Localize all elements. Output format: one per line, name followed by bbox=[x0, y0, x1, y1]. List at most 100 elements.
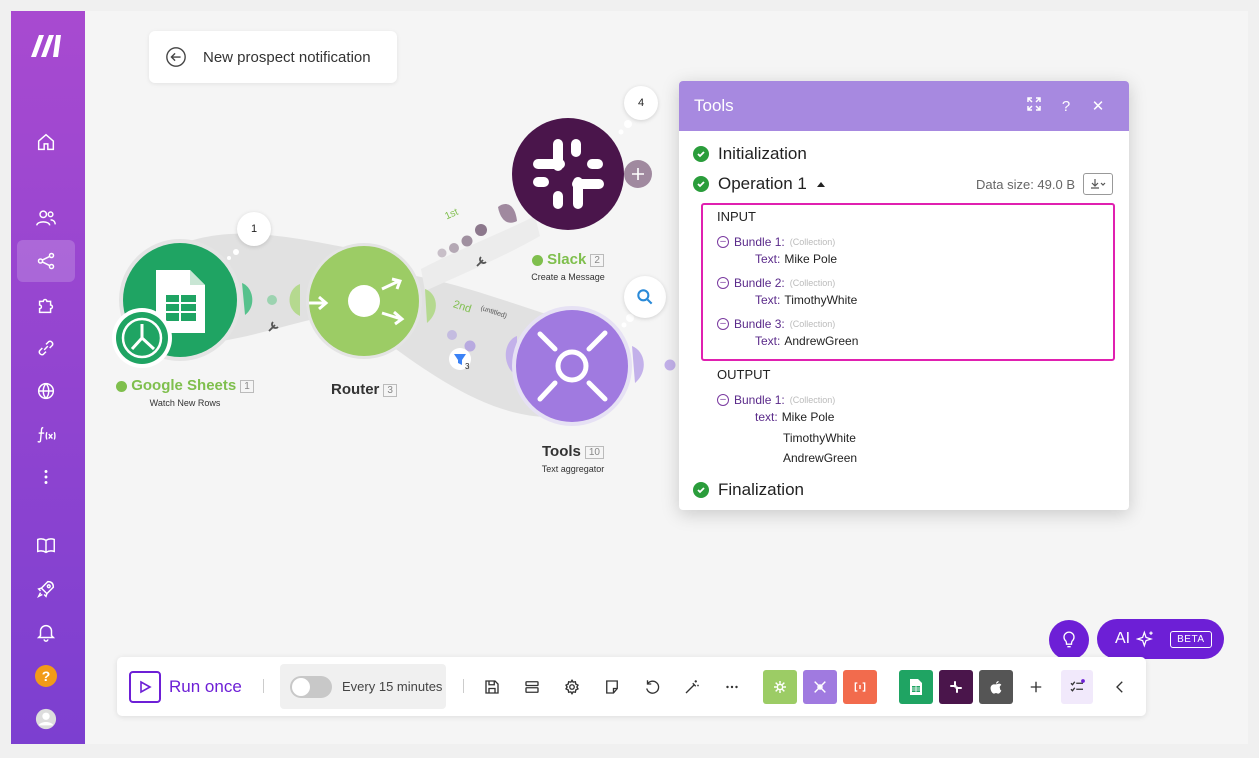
app-slack-button[interactable] bbox=[939, 670, 973, 704]
tips-button[interactable] bbox=[1049, 620, 1089, 660]
check-icon bbox=[532, 254, 544, 266]
play-icon bbox=[129, 671, 161, 703]
tool-text-parser-button[interactable] bbox=[843, 670, 877, 704]
collapse-toolbar-button[interactable] bbox=[1105, 670, 1135, 704]
bundle-type: (Collection) bbox=[789, 395, 836, 405]
schedule-switch[interactable] bbox=[290, 675, 332, 698]
search-icon bbox=[637, 289, 653, 305]
caret-up-icon bbox=[816, 182, 825, 187]
plus-icon bbox=[1030, 681, 1042, 693]
tools-module bbox=[516, 310, 628, 422]
tool-tools-button[interactable] bbox=[803, 670, 837, 704]
undo-button[interactable] bbox=[637, 670, 667, 704]
sheets-label: Google Sheets 1 Watch New Rows bbox=[105, 377, 265, 408]
collapse-icon[interactable]: – bbox=[717, 318, 729, 330]
sidebar-item-functions[interactable] bbox=[17, 413, 75, 455]
input-box: INPUT – Bundle 1: (Collection) Text: Mik… bbox=[701, 203, 1115, 361]
expand-icon[interactable] bbox=[1018, 97, 1050, 115]
route-dot bbox=[447, 330, 457, 340]
sidebar-item-more[interactable] bbox=[17, 456, 75, 498]
share-icon bbox=[37, 252, 55, 270]
check-icon bbox=[693, 146, 709, 162]
sidebar-item-profile[interactable] bbox=[17, 698, 75, 740]
tools-panel-title: Tools bbox=[694, 96, 734, 115]
scenario-settings-button[interactable] bbox=[517, 670, 547, 704]
save-button[interactable] bbox=[477, 670, 507, 704]
route-dot bbox=[437, 248, 447, 258]
scenario-title[interactable]: New prospect notification bbox=[203, 49, 371, 66]
schedule-toggle[interactable]: Every 15 minutes bbox=[280, 664, 446, 709]
ai-label: AI bbox=[1115, 630, 1131, 647]
sheets-subtitle: Watch New Rows bbox=[149, 398, 221, 408]
gear-icon bbox=[565, 678, 579, 696]
sidebar-item-home[interactable] bbox=[17, 121, 75, 163]
sheets-ops-count[interactable]: 1 bbox=[237, 212, 271, 246]
slack-ops-count[interactable]: 4 bbox=[624, 86, 658, 120]
route-dot bbox=[464, 340, 476, 352]
avatar-icon bbox=[35, 708, 57, 730]
divider bbox=[463, 679, 464, 693]
close-icon[interactable]: ✕ bbox=[1082, 97, 1114, 115]
sidebar-item-connections[interactable] bbox=[17, 327, 75, 369]
chevron-left-icon bbox=[1116, 681, 1123, 693]
step-finalization[interactable]: Finalization bbox=[693, 475, 1115, 505]
sidebar-item-notifications[interactable] bbox=[17, 611, 75, 653]
filter-count: 3 bbox=[465, 362, 470, 371]
help-icon[interactable]: ? bbox=[1050, 98, 1082, 115]
field-key: Text: bbox=[755, 252, 781, 266]
run-once-button[interactable]: Run once bbox=[129, 670, 242, 704]
tools-panel-header: Tools ? ✕ bbox=[679, 81, 1129, 131]
link-icon bbox=[38, 340, 54, 356]
app-google-sheets-button[interactable] bbox=[899, 670, 933, 704]
router-label: Router 3 bbox=[314, 381, 414, 398]
input-bundle-2-field: Text: TimothyWhite bbox=[755, 293, 1099, 314]
input-bundle-1[interactable]: – Bundle 1: (Collection) bbox=[717, 232, 1099, 252]
input-bundle-1-field: Text: Mike Pole bbox=[755, 252, 1099, 273]
collapse-icon[interactable]: – bbox=[717, 394, 729, 406]
more-options-button[interactable] bbox=[717, 670, 747, 704]
bundle-type: (Collection) bbox=[789, 237, 836, 247]
bundle-type: (Collection) bbox=[789, 278, 836, 288]
sidebar-item-help[interactable]: ? bbox=[17, 655, 75, 697]
input-bundle-2[interactable]: – Bundle 2: (Collection) bbox=[717, 273, 1099, 293]
tools-inspector-panel: Tools ? ✕ Initialization Operation 1 Dat… bbox=[679, 81, 1129, 510]
sheets-number: 1 bbox=[240, 379, 254, 393]
make-logo[interactable] bbox=[29, 33, 67, 59]
sidebar-item-scenarios[interactable] bbox=[17, 240, 75, 282]
step-operation-label: Operation 1 bbox=[718, 174, 807, 193]
collapse-icon[interactable]: – bbox=[717, 236, 729, 248]
output-bundle-1[interactable]: – Bundle 1: (Collection) bbox=[717, 390, 1115, 410]
google-sheets-icon bbox=[910, 679, 922, 695]
sidebar-item-webhooks[interactable] bbox=[17, 370, 75, 412]
layout-icon bbox=[525, 681, 539, 693]
settings-button[interactable] bbox=[557, 670, 587, 704]
input-bundle-3[interactable]: – Bundle 3: (Collection) bbox=[717, 314, 1099, 334]
tool-router-button[interactable] bbox=[763, 670, 797, 704]
step-initialization[interactable]: Initialization bbox=[693, 139, 1115, 169]
sidebar-item-docs[interactable] bbox=[17, 524, 75, 566]
collapse-icon[interactable]: – bbox=[717, 277, 729, 289]
field-value: AndrewGreen bbox=[784, 334, 859, 348]
slack-label: Slack 2 Create a Message bbox=[518, 251, 618, 282]
back-arrow-icon[interactable] bbox=[165, 46, 187, 68]
output-title: OUTPUT bbox=[717, 367, 771, 382]
tools-icon bbox=[814, 681, 826, 693]
execution-history-button[interactable] bbox=[1061, 670, 1093, 704]
download-button[interactable] bbox=[1083, 173, 1113, 195]
sidebar-item-apps[interactable] bbox=[17, 284, 75, 326]
more-vertical-icon bbox=[44, 470, 48, 484]
input-title: INPUT bbox=[717, 209, 756, 224]
tools-subtitle: Text aggregator bbox=[541, 464, 605, 474]
sidebar-item-whats-new[interactable] bbox=[17, 568, 75, 610]
brackets-icon bbox=[854, 682, 866, 692]
book-icon bbox=[37, 538, 55, 554]
tools-inspect-button[interactable] bbox=[624, 276, 666, 318]
sidebar-item-team[interactable] bbox=[17, 197, 75, 239]
add-module-button[interactable] bbox=[1021, 670, 1051, 704]
check-icon bbox=[693, 482, 709, 498]
auto-align-button[interactable] bbox=[677, 670, 707, 704]
ai-assistant-button[interactable]: AI BETA bbox=[1097, 619, 1224, 659]
notes-button[interactable] bbox=[597, 670, 627, 704]
slack-port-left bbox=[498, 203, 517, 223]
app-apple-button[interactable] bbox=[979, 670, 1013, 704]
